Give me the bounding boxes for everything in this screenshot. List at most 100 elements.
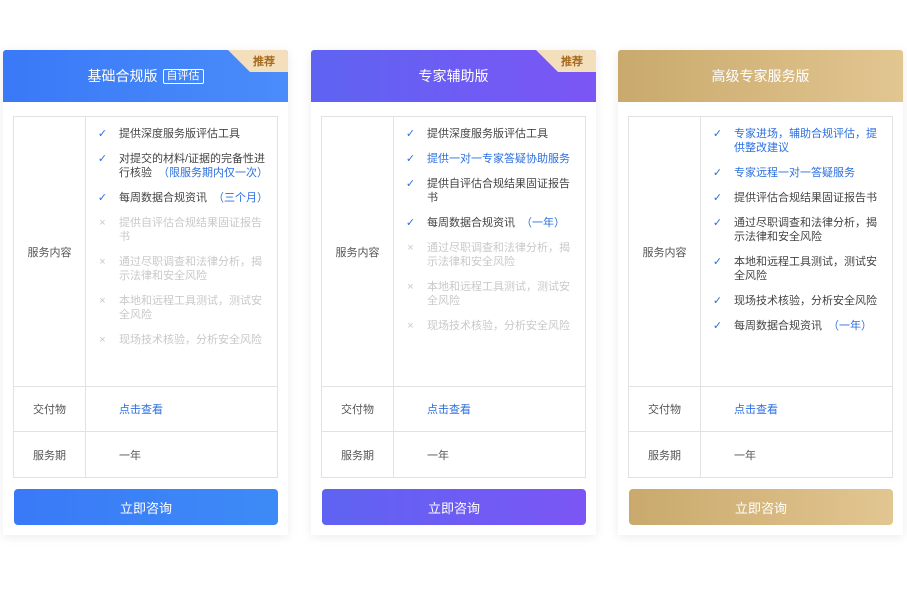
feature-item: ✓ 提供深度服务版评估工具 [96,127,269,141]
feature-list: ✓ 提供深度服务版评估工具 ✓ 提供一对一专家答疑协助服务 ✓ 提供自评估合规结果固证报告… [394,117,585,386]
deliverables-label: 交付物 [14,387,86,431]
feature-text: 通过尽职调查和法律分析，揭示法律和安全风险 [427,242,570,268]
period-value: 一年 [734,449,756,462]
plan-table: 服务内容 ✓ 专家进场，辅助合规评估，提供整改建议 ✓ 专家远程一对一答疑服务 ✓ 提供评… [628,116,893,478]
feature-item: ✓ 专家进场，辅助合规评估，提供整改建议 [711,127,884,155]
view-deliverables-link[interactable]: 点击查看 [119,401,163,417]
feature-item: ✓ 通过尽职调查和法律分析，揭示法律和安全风险 [711,216,884,244]
feature-text: 现场技术核验，分析安全风险 [734,295,877,307]
feature-item: ✓ 提供评估合规结果固证报告书 [711,191,884,205]
feature-text: 每周数据合规资讯 [427,217,515,229]
view-deliverables-link[interactable]: 点击查看 [427,401,471,417]
plan-title: 基础合规版 [87,68,158,84]
period-row: 服务期 一年 [629,432,892,477]
consult-button[interactable]: 立即咨询 [322,489,586,525]
check-icon: ✓ [712,256,723,268]
plan-tag: 自评估 [162,68,204,84]
check-icon: ✓ [712,167,723,179]
feature-highlight: （限服务期内仅一次） [158,167,268,179]
feature-text: 提供自评估合规结果固证报告书 [427,178,570,204]
feature-item: ✓ 每周数据合规资讯 （一年） [711,319,884,333]
plan-title: 高级专家服务版 [711,68,810,84]
period-label: 服务期 [14,432,86,477]
content-row: 服务内容 ✓ 提供深度服务版评估工具 ✓ 提供一对一专家答疑协助服务 ✓ 提供自评估合规结… [322,117,585,387]
check-icon: ✓ [97,128,108,140]
deliverables-row: 交付物 点击查看 [14,387,277,432]
content-label: 服务内容 [322,117,394,386]
period-value: 一年 [119,449,141,462]
cross-icon: × [99,217,106,229]
feature-text: 通过尽职调查和法律分析，揭示法律和安全风险 [734,217,877,243]
plan-card-basic: 基础合规版 自评估 推荐 服务内容 ✓ 提供深度服务版评估工具 ✓ 对提交的材料/证据… [3,50,288,535]
deliverables-label: 交付物 [629,387,701,431]
recommend-ribbon: 推荐 [536,50,596,72]
plan-card-expert: 专家辅助版 推荐 服务内容 ✓ 提供深度服务版评估工具 ✓ 提供一对一专家答疑协助服务… [311,50,596,535]
check-icon: ✓ [712,128,723,140]
period-value: 一年 [427,449,449,462]
feature-text: 提供深度服务版评估工具 [427,128,548,140]
cross-icon: × [99,295,106,307]
feature-item: × 现场技术核验，分析安全风险 [96,333,269,347]
cross-icon: × [407,281,414,293]
check-icon: ✓ [97,192,108,204]
consult-button[interactable]: 立即咨询 [14,489,278,525]
period-row: 服务期 一年 [322,432,585,477]
feature-text: 现场技术核验，分析安全风险 [119,334,262,346]
feature-text: 本地和远程工具测试，测试安全风险 [427,281,570,307]
plan-header: 专家辅助版 推荐 [311,50,596,102]
check-icon: ✓ [405,217,416,229]
check-icon: ✓ [712,295,723,307]
check-icon: ✓ [405,178,416,190]
feature-item: × 本地和远程工具测试，测试安全风险 [96,294,269,322]
content-row: 服务内容 ✓ 专家进场，辅助合规评估，提供整改建议 ✓ 专家远程一对一答疑服务 ✓ 提供评… [629,117,892,387]
check-icon: ✓ [405,153,416,165]
feature-item: × 提供自评估合规结果固证报告书 [96,216,269,244]
feature-item: ✓ 现场技术核验，分析安全风险 [711,294,884,308]
feature-list: ✓ 专家进场，辅助合规评估，提供整改建议 ✓ 专家远程一对一答疑服务 ✓ 提供评估合规结果… [701,117,892,386]
feature-text: 每周数据合规资讯 [734,320,822,332]
feature-item: × 本地和远程工具测试，测试安全风险 [404,280,577,308]
consult-button[interactable]: 立即咨询 [629,489,893,525]
feature-item: × 现场技术核验，分析安全风险 [404,319,577,333]
feature-text: 本地和远程工具测试，测试安全风险 [119,295,262,321]
deliverables-row: 交付物 点击查看 [322,387,585,432]
check-icon: ✓ [712,320,723,332]
feature-item: ✓ 提供深度服务版评估工具 [404,127,577,141]
feature-text: 提供深度服务版评估工具 [119,128,240,140]
check-icon: ✓ [712,192,723,204]
feature-text: 现场技术核验，分析安全风险 [427,320,570,332]
check-icon: ✓ [405,128,416,140]
recommend-ribbon: 推荐 [228,50,288,72]
feature-text: 提供自评估合规结果固证报告书 [119,217,262,243]
feature-item: × 通过尽职调查和法律分析，揭示法律和安全风险 [96,255,269,283]
period-label: 服务期 [629,432,701,477]
feature-item: ✓ 对提交的材料/证据的完备性进行核验 （限服务期内仅一次） [96,152,269,180]
feature-text: 专家进场，辅助合规评估，提供整改建议 [734,128,877,154]
feature-item: ✓ 提供一对一专家答疑协助服务 [404,152,577,166]
feature-text-wrap: 每周数据合规资讯 （一年） [427,216,565,230]
view-deliverables-link[interactable]: 点击查看 [734,401,778,417]
feature-text: 提供一对一专家答疑协助服务 [427,153,570,165]
check-icon: ✓ [97,153,108,165]
plan-table: 服务内容 ✓ 提供深度服务版评估工具 ✓ 提供一对一专家答疑协助服务 ✓ 提供自评估合规结… [321,116,586,478]
deliverables-row: 交付物 点击查看 [629,387,892,432]
feature-item: ✓ 提供自评估合规结果固证报告书 [404,177,577,205]
feature-text-wrap: 每周数据合规资讯 （一年） [734,319,872,333]
feature-item: ✓ 每周数据合规资讯 （一年） [404,216,577,230]
feature-item: ✓ 每周数据合规资讯 （三个月） [96,191,269,205]
feature-highlight: （一年） [828,320,872,332]
check-icon: ✓ [712,217,723,229]
feature-item: ✓ 本地和远程工具测试，测试安全风险 [711,255,884,283]
plan-title: 专家辅助版 [418,68,489,84]
content-label: 服务内容 [14,117,86,386]
plan-header: 基础合规版 自评估 推荐 [3,50,288,102]
deliverables-label: 交付物 [322,387,394,431]
cross-icon: × [407,242,414,254]
cross-icon: × [99,256,106,268]
cross-icon: × [99,334,106,346]
feature-highlight: （三个月） [213,192,268,204]
feature-text: 每周数据合规资讯 [119,192,207,204]
feature-text: 提供评估合规结果固证报告书 [734,192,877,204]
period-label: 服务期 [322,432,394,477]
content-label: 服务内容 [629,117,701,386]
